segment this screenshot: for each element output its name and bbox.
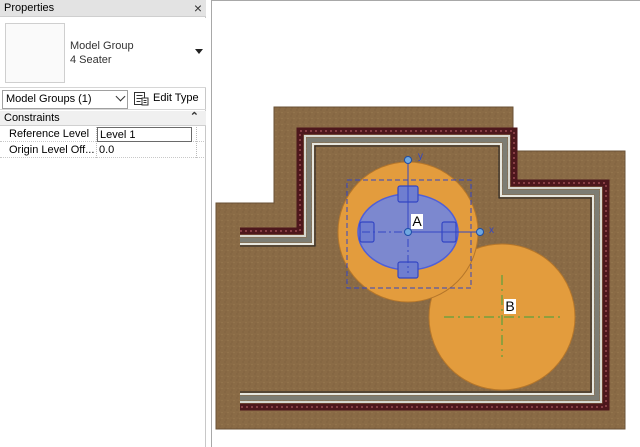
- property-name: Origin Level Off...: [9, 144, 95, 156]
- property-name: Reference Level: [9, 128, 90, 140]
- group-b-label: B: [504, 298, 516, 314]
- constraints-section-label: Constraints: [4, 112, 60, 124]
- drawing-area[interactable]: A B y x: [211, 0, 640, 447]
- instance-filter-dropdown[interactable]: Model Groups (1): [2, 90, 128, 109]
- row-divider: [196, 127, 197, 142]
- instance-filter-value: Model Groups (1): [6, 93, 92, 105]
- palette-title: Properties: [4, 2, 55, 14]
- reference-level-field[interactable]: Level 1: [97, 127, 192, 142]
- palette-title-bar[interactable]: Properties ×: [0, 0, 206, 17]
- type-name: 4 Seater: [70, 54, 112, 66]
- row-divider: [196, 143, 197, 158]
- properties-palette: Properties × Model Group 4 Seater Model …: [0, 0, 206, 447]
- close-icon[interactable]: ×: [194, 0, 202, 16]
- type-selector[interactable]: Model Group 4 Seater: [0, 18, 206, 88]
- chevron-down-icon: [115, 91, 126, 102]
- type-family-name: Model Group: [70, 40, 134, 52]
- x-axis-label: x: [489, 225, 494, 236]
- edit-type-button[interactable]: Edit Type: [131, 90, 205, 109]
- dropdown-arrow-icon[interactable]: [195, 49, 203, 54]
- floor-plan-view: [215, 106, 626, 430]
- origin-level-offset-field[interactable]: 0.0: [97, 143, 192, 158]
- group-a-label: A: [411, 213, 423, 229]
- property-row-origin-level-offset: Origin Level Off... 0.0: [0, 143, 206, 158]
- instance-filter-row: Model Groups (1) Edit Type: [0, 89, 206, 110]
- y-axis-label: y: [418, 151, 423, 162]
- constraints-section-header[interactable]: Constraints ⌃: [0, 111, 206, 126]
- property-row-reference-level: Reference Level Level 1: [0, 127, 206, 142]
- collapse-icon[interactable]: ⌃: [190, 110, 199, 123]
- edit-type-label: Edit Type: [153, 92, 199, 104]
- type-preview-image: [5, 23, 65, 83]
- edit-type-icon: [134, 92, 149, 106]
